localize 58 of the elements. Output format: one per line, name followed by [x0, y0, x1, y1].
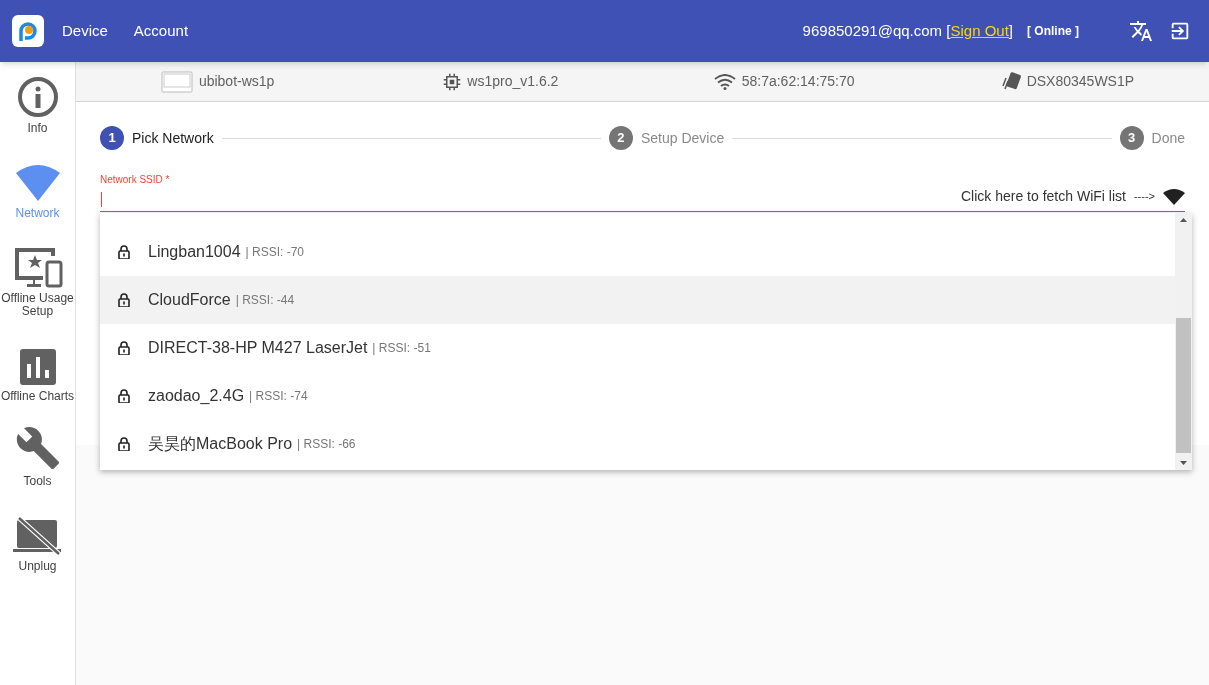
ssid-field[interactable]: Network SSID * Click here to fetch WiFi list ---->	[100, 172, 1185, 212]
scroll-down-arrow-icon[interactable]	[1180, 461, 1187, 465]
account-email: 969850291@qq.com [	[802, 20, 951, 41]
bar-chart-icon	[18, 348, 57, 386]
sidebar-item[interactable]: Unplug	[0, 512, 76, 573]
info-icon	[16, 76, 59, 118]
wrench-icon	[14, 425, 61, 471]
arrow-text: ---->	[1133, 189, 1155, 205]
lock-icon	[118, 293, 130, 307]
nav-link[interactable]: Account	[133, 19, 189, 43]
wifi-icon	[713, 73, 736, 90]
field-label: Network SSID *	[100, 173, 170, 187]
rssi-text: | RSSI: -74	[249, 388, 308, 405]
network-name: CloudForce	[148, 290, 231, 310]
lock-icon	[118, 245, 130, 259]
wifi-icon[interactable]	[1163, 188, 1185, 205]
step-label: Done	[1151, 128, 1185, 148]
network-name: zaodao_2.4G	[148, 386, 245, 406]
app-logo	[12, 15, 44, 47]
sidebar-item[interactable]: Offline Charts	[0, 342, 76, 403]
scroll-up-arrow-icon[interactable]	[1180, 218, 1187, 222]
sidebar-item[interactable]: Tools	[0, 427, 76, 488]
step-label: Setup Device	[640, 128, 725, 148]
step-number: 2	[608, 126, 633, 150]
exit-icon[interactable]	[1169, 20, 1191, 42]
step-number: 3	[1119, 126, 1144, 150]
device-info-text: 58:7a:62:14:75:70	[741, 72, 855, 91]
fetch-wifi-link[interactable]: Click here to fetch WiFi list	[961, 186, 1126, 207]
rssi-text: | RSSI: -66	[297, 436, 356, 453]
translate-icon[interactable]	[1129, 19, 1153, 43]
network-name: Lingban1004	[148, 242, 241, 262]
lock-icon	[118, 341, 130, 355]
monitor-star-icon	[12, 246, 63, 288]
step-number: 1	[100, 126, 124, 150]
sign-out-link[interactable]: Sign Out	[950, 19, 1009, 43]
rssi-text: | RSSI: -51	[372, 340, 431, 357]
sidebar-item[interactable]: Offline Usage Setup	[0, 244, 76, 318]
lock-icon	[118, 389, 130, 403]
bracket-text: ]	[1008, 20, 1013, 41]
monitor-off-icon	[12, 516, 63, 556]
rssi-text: | RSSI: -70	[245, 244, 305, 261]
chip-icon	[443, 72, 462, 91]
device-info-text: ws1pro_v1.6.2	[467, 72, 559, 91]
nav-link[interactable]: Device	[62, 19, 108, 43]
wifi-icon	[13, 163, 62, 203]
step-label: Pick Network	[132, 128, 214, 148]
rssi-text: | RSSI: -44	[235, 292, 295, 309]
cards-icon	[1000, 71, 1021, 92]
device-info-text: DSX80345WS1P	[1026, 72, 1135, 91]
network-name: 吴昊的MacBook Pro	[148, 434, 293, 454]
connection-status: [ Online ]	[1027, 23, 1079, 40]
network-option[interactable]: CloudForce | RSSI: -44	[100, 276, 1175, 324]
sidebar-item[interactable]: Info	[0, 74, 76, 135]
device-icon	[160, 70, 193, 93]
device-info-text: ubibot-ws1p	[198, 72, 275, 91]
scrollbar-thumb[interactable]	[1176, 318, 1191, 453]
network-name: DIRECT-38-HP M427 LaserJet	[148, 338, 368, 358]
lock-icon	[118, 437, 130, 451]
